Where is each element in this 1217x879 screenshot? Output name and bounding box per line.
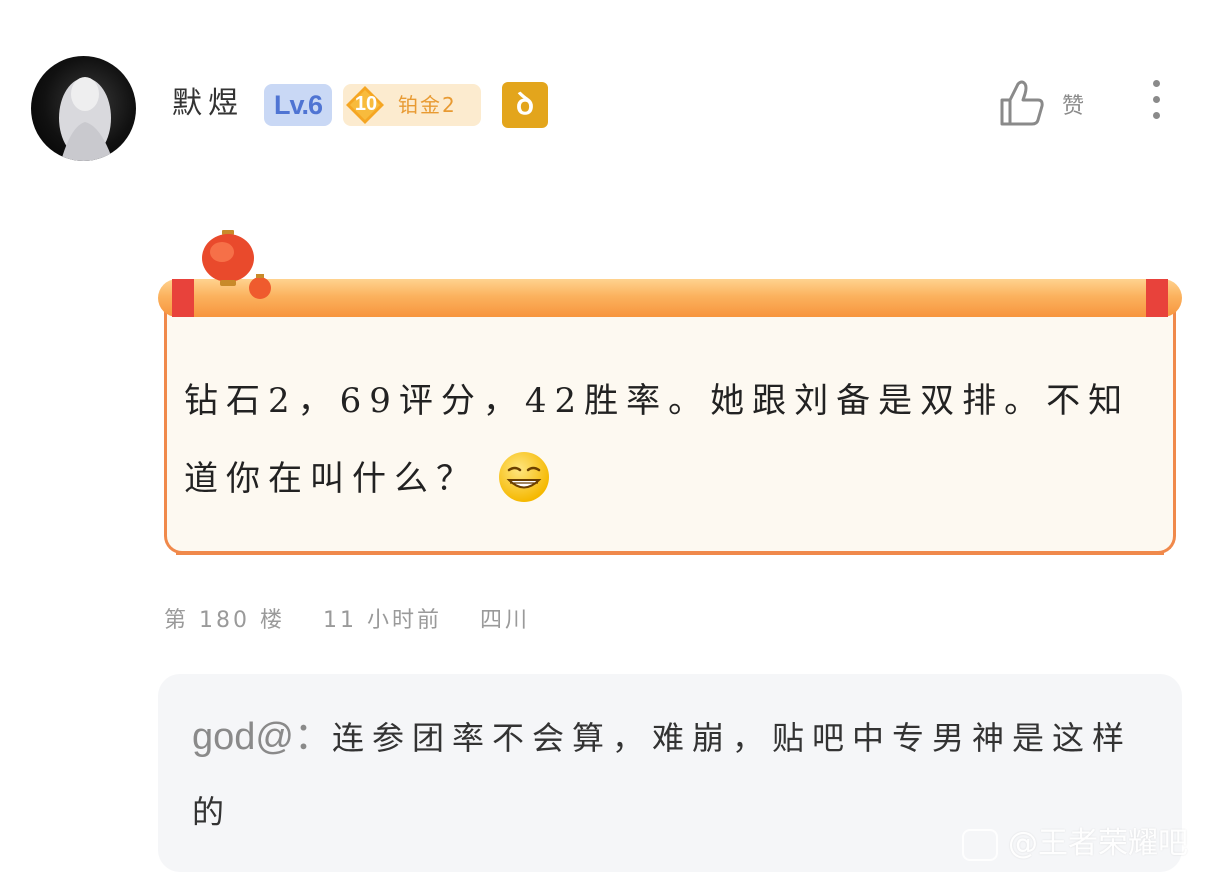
watermark-text: @王者荣耀吧 [1008, 826, 1188, 861]
rank-name: 铂金2 [398, 93, 457, 117]
level-badge: Lv.6 [264, 84, 332, 126]
reply-text: 连参团率不会算，难崩，贴吧中专男神是这样的 [192, 719, 1132, 831]
watermark: @王者荣耀吧 [962, 822, 1188, 866]
weibo-logo-icon [962, 828, 998, 861]
thumbs-up-icon[interactable] [998, 78, 1046, 128]
like-label[interactable]: 赞 [1062, 88, 1084, 120]
post-time: 11 小时前 [322, 608, 442, 633]
avatar[interactable] [31, 56, 136, 161]
card-bottom-border [176, 540, 1164, 555]
grin-emoji-icon [499, 452, 549, 502]
rank-badge: 10 铂金2 [343, 84, 481, 126]
rank-number: 10 [354, 93, 378, 115]
zodiac-leo-icon: ꝺ [502, 82, 548, 128]
reply-user[interactable]: god@： [192, 716, 332, 758]
scroll-rod [158, 279, 1182, 317]
username[interactable]: 默煜 [172, 84, 244, 124]
more-options-icon[interactable] [1146, 80, 1166, 128]
floor-number: 第 180 楼 [164, 608, 285, 633]
post-meta: 第 180 楼 11 小时前 四川 [164, 602, 558, 634]
lantern-icon [202, 230, 271, 299]
post-content-text: 钻石2，69评分，42胜率。她跟刘备是双排。不知道你在叫什么？ [184, 381, 1131, 499]
post-location: 四川 [479, 608, 530, 633]
post-content: 钻石2，69评分，42胜率。她跟刘备是双排。不知道你在叫什么？ [184, 362, 1164, 518]
